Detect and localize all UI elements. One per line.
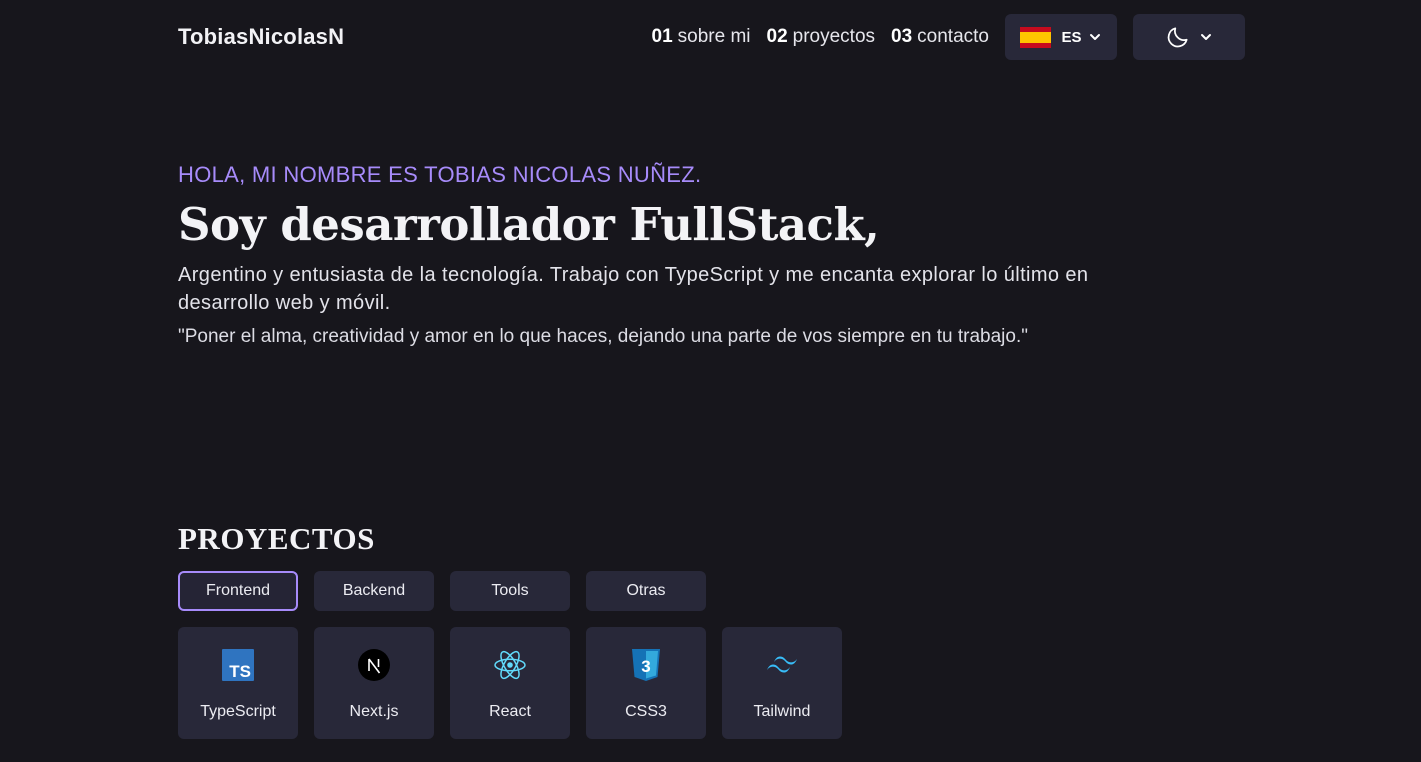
- site-logo[interactable]: TobiasNicolasN: [178, 24, 344, 50]
- nav-label: sobre mi: [677, 26, 751, 47]
- tech-card-label: React: [489, 703, 531, 720]
- css3-icon: 3: [629, 648, 663, 682]
- tab-tools[interactable]: Tools: [450, 571, 570, 611]
- tech-card-react[interactable]: React: [450, 627, 570, 739]
- react-icon: [493, 648, 527, 682]
- tech-cards: TS TypeScript Next.js React 3 CSS3 Tailw…: [178, 627, 858, 739]
- tech-card-css3[interactable]: 3 CSS3: [586, 627, 706, 739]
- nextjs-icon: [357, 648, 391, 682]
- hero-description: Argentino y entusiasta de la tecnología.…: [178, 264, 1089, 314]
- projects-title: PROYECTOS: [178, 521, 375, 556]
- spain-flag-icon: [1020, 26, 1052, 48]
- tech-card-tailwind[interactable]: Tailwind: [722, 627, 842, 739]
- theme-selector[interactable]: [1133, 14, 1245, 60]
- chevron-down-icon: [1089, 34, 1100, 40]
- nav-label: contacto: [917, 26, 989, 47]
- hero-quote: "Poner el alma, creatividad y amor en lo…: [178, 326, 1028, 347]
- tech-card-label: Next.js: [349, 703, 399, 720]
- language-selector[interactable]: ES: [1005, 14, 1117, 60]
- tech-card-label: TypeScript: [200, 703, 276, 720]
- tech-card-typescript[interactable]: TS TypeScript: [178, 627, 298, 739]
- nav-link-proyectos[interactable]: 02 proyectos: [767, 26, 876, 48]
- projects-section: PROYECTOS Frontend Backend Tools Otras T…: [178, 521, 858, 739]
- moon-icon: [1167, 27, 1188, 48]
- language-code: ES: [1061, 28, 1082, 46]
- nav-number: 02: [766, 26, 788, 47]
- tab-frontend[interactable]: Frontend: [178, 571, 298, 611]
- site-header: TobiasNicolasN 01 sobre mi 02 proyectos 03…: [178, 14, 1245, 60]
- hero-section: HOLA, MI NOMBRE ES TOBIAS NICOLAS NUÑEZ.…: [178, 162, 1178, 348]
- hero-greeting: HOLA, MI NOMBRE ES TOBIAS NICOLAS NUÑEZ.: [178, 162, 702, 187]
- nav-link-sobre-mi[interactable]: 01 sobre mi: [652, 26, 751, 48]
- typescript-icon: TS: [221, 648, 255, 682]
- svg-text:TS: TS: [229, 662, 251, 681]
- tab-backend[interactable]: Backend: [314, 571, 434, 611]
- chevron-down-icon: [1201, 34, 1211, 40]
- project-tabs: Frontend Backend Tools Otras: [178, 571, 858, 611]
- svg-text:3: 3: [641, 657, 650, 676]
- nav-number: 01: [651, 26, 673, 47]
- tailwind-icon: [765, 648, 799, 682]
- tech-card-nextjs[interactable]: Next.js: [314, 627, 434, 739]
- nav-label: proyectos: [792, 26, 876, 47]
- tab-otras[interactable]: Otras: [586, 571, 706, 611]
- hero-headline: Soy desarrollador FullStack,: [178, 198, 880, 251]
- nav-number: 03: [891, 26, 913, 47]
- main-nav: 01 sobre mi 02 proyectos 03 contacto ES: [652, 14, 1245, 60]
- nav-link-contacto[interactable]: 03 contacto: [891, 26, 989, 48]
- tech-card-label: CSS3: [625, 703, 667, 720]
- tech-card-label: Tailwind: [753, 703, 811, 720]
